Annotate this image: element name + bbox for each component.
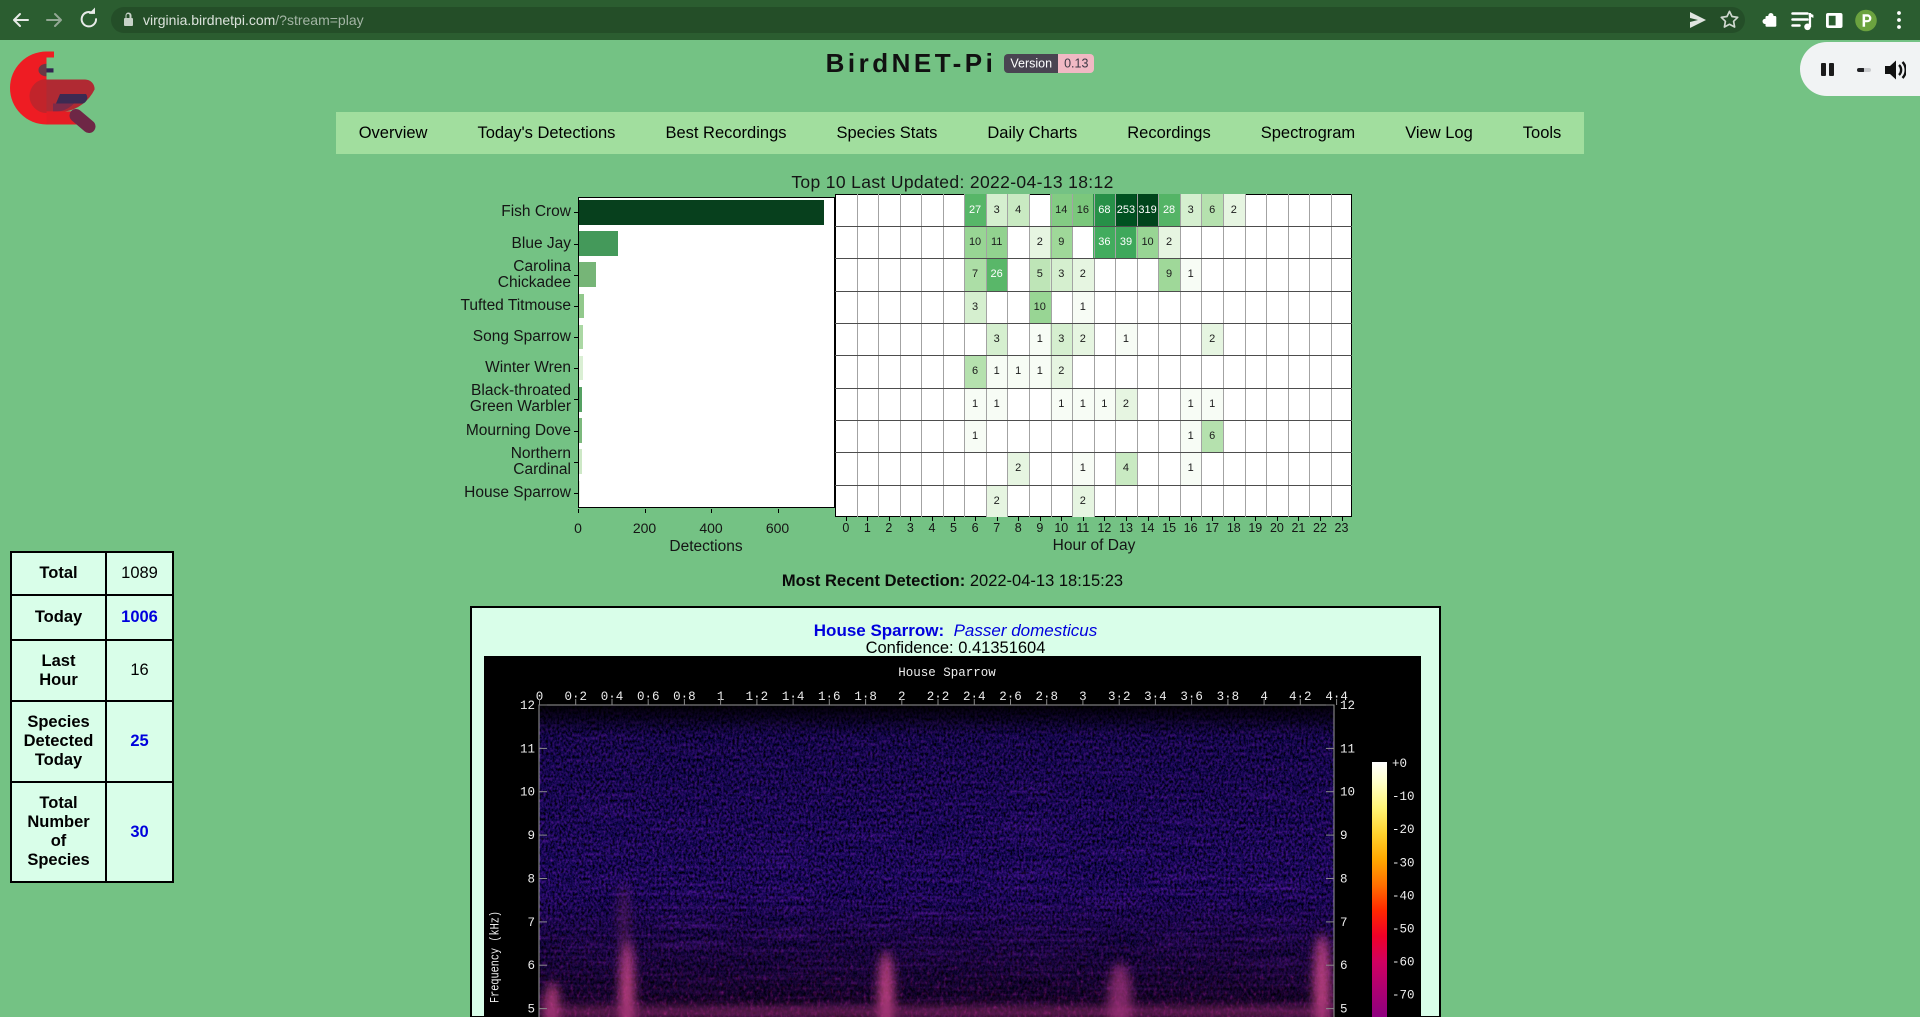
svg-text:-50: -50 <box>1392 923 1415 937</box>
svg-text:-60: -60 <box>1392 956 1415 970</box>
svg-text:8: 8 <box>527 873 535 887</box>
svg-text:+0: +0 <box>1392 757 1407 771</box>
svg-text:11: 11 <box>520 742 535 756</box>
svg-text:Frequency (kHz): Frequency (kHz) <box>489 911 503 1003</box>
svg-text:9: 9 <box>527 829 535 843</box>
svg-text:9: 9 <box>1340 829 1348 843</box>
svg-text:7: 7 <box>1340 916 1348 930</box>
svg-text:8: 8 <box>1340 873 1348 887</box>
svg-text:10: 10 <box>520 786 535 800</box>
svg-text:-10: -10 <box>1392 790 1415 804</box>
svg-text:10: 10 <box>1340 786 1355 800</box>
svg-text:12: 12 <box>520 699 535 713</box>
svg-text:5: 5 <box>1340 1003 1348 1017</box>
svg-text:7: 7 <box>527 916 535 930</box>
svg-text:-70: -70 <box>1392 989 1415 1003</box>
svg-text:6: 6 <box>527 959 535 973</box>
svg-text:House Sparrow: House Sparrow <box>898 666 996 680</box>
svg-text:5: 5 <box>527 1003 535 1017</box>
svg-text:-20: -20 <box>1392 823 1415 837</box>
svg-text:6: 6 <box>1340 959 1348 973</box>
svg-text:12: 12 <box>1340 699 1355 713</box>
svg-text:11: 11 <box>1340 742 1355 756</box>
svg-text:-30: -30 <box>1392 856 1415 870</box>
svg-text:-40: -40 <box>1392 889 1415 903</box>
